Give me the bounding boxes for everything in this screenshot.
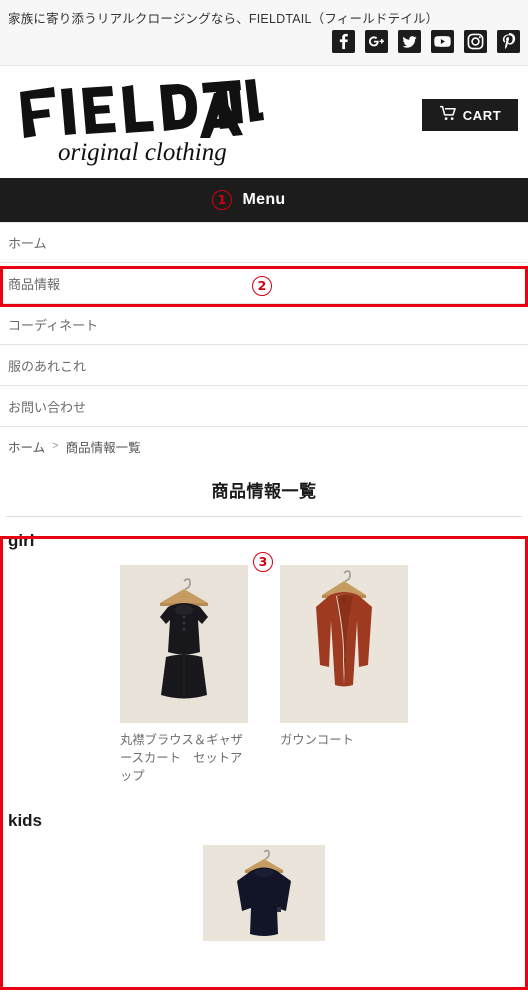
fieldtail-logo-graphic: original clothing: [20, 79, 264, 166]
product-image-rust-red-gown-coat[interactable]: [280, 565, 408, 723]
social-links: [331, 29, 520, 53]
page-root: 家族に寄り添うリアルクロージングなら、FIELDTAIL（フィールドテイル） o…: [0, 0, 528, 1000]
pinterest-icon[interactable]: [496, 29, 520, 53]
category-heading: kids: [8, 811, 43, 831]
shopping-cart-icon: [439, 105, 457, 126]
annotation-marker-1-number: 1: [217, 191, 227, 207]
breadcrumb-separator: >: [52, 440, 59, 452]
nav-item-home[interactable]: ホーム: [0, 222, 528, 263]
youtube-icon[interactable]: [430, 29, 454, 53]
top-utility-bar: 家族に寄り添うリアルクロージングなら、FIELDTAIL（フィールドテイル）: [0, 0, 528, 66]
category-kids: kids: [0, 785, 528, 950]
svg-text:original clothing: original clothing: [58, 139, 227, 166]
nav-item-coordinate[interactable]: コーディネート: [0, 304, 528, 345]
annotation-marker-3: 3: [253, 552, 273, 572]
product-grid: 丸襟ブラウス＆ギャザースカート セットアップ ガウンコート: [0, 565, 528, 785]
annotation-marker-1: 1: [212, 190, 232, 210]
nav-item-label: 商品情報: [8, 276, 61, 292]
annotation-marker-2: 2: [252, 276, 272, 296]
instagram-icon[interactable]: [463, 29, 487, 53]
site-tagline: 家族に寄り添うリアルクロージングなら、FIELDTAIL（フィールドテイル）: [8, 12, 439, 26]
main-navigation: ホーム 商品情報 コーディネート 服のあれこれ お問い合わせ: [0, 222, 528, 427]
nav-item-clothing-topics[interactable]: 服のあれこれ: [0, 345, 528, 386]
breadcrumb-home-link[interactable]: ホーム: [8, 437, 45, 456]
product-image-black-blouse-and-skirt-setup[interactable]: [120, 565, 248, 723]
product-grid: [0, 845, 528, 950]
facebook-icon[interactable]: [331, 29, 355, 53]
site-logo[interactable]: original clothing: [14, 72, 264, 168]
breadcrumb-current: 商品情報一覧: [65, 440, 141, 455]
annotation-marker-2-number: 2: [257, 277, 267, 293]
twitter-icon[interactable]: [397, 29, 421, 53]
nav-item-label: ホーム: [8, 236, 47, 251]
header-logo-row: original clothing CART: [0, 66, 528, 178]
menu-bar[interactable]: Menu: [0, 178, 528, 222]
nav-item-label: お問い合わせ: [8, 399, 87, 415]
nav-item-label: コーディネート: [8, 317, 99, 333]
cart-label: CART: [462, 107, 502, 123]
category-heading: girl: [8, 531, 35, 550]
nav-item-contact[interactable]: お問い合わせ: [0, 386, 528, 427]
nav-item-label: 服のあれこれ: [8, 358, 87, 374]
product-card[interactable]: ガウンコート: [280, 565, 408, 785]
product-card[interactable]: [203, 845, 325, 950]
google-plus-icon[interactable]: [364, 29, 388, 53]
product-name: ガウンコート: [280, 733, 354, 747]
annotation-marker-3-number: 3: [258, 553, 268, 569]
page-title: 商品情報一覧: [211, 482, 317, 501]
product-image-navy-long-sleeve-top[interactable]: [203, 845, 325, 942]
menu-label: Menu: [242, 191, 286, 208]
cart-button[interactable]: CART: [422, 99, 518, 131]
product-card[interactable]: 丸襟ブラウス＆ギャザースカート セットアップ: [120, 565, 248, 785]
product-name: 丸襟ブラウス＆ギャザースカート セットアップ: [120, 733, 243, 783]
breadcrumb: ホーム > 商品情報一覧: [0, 427, 528, 465]
